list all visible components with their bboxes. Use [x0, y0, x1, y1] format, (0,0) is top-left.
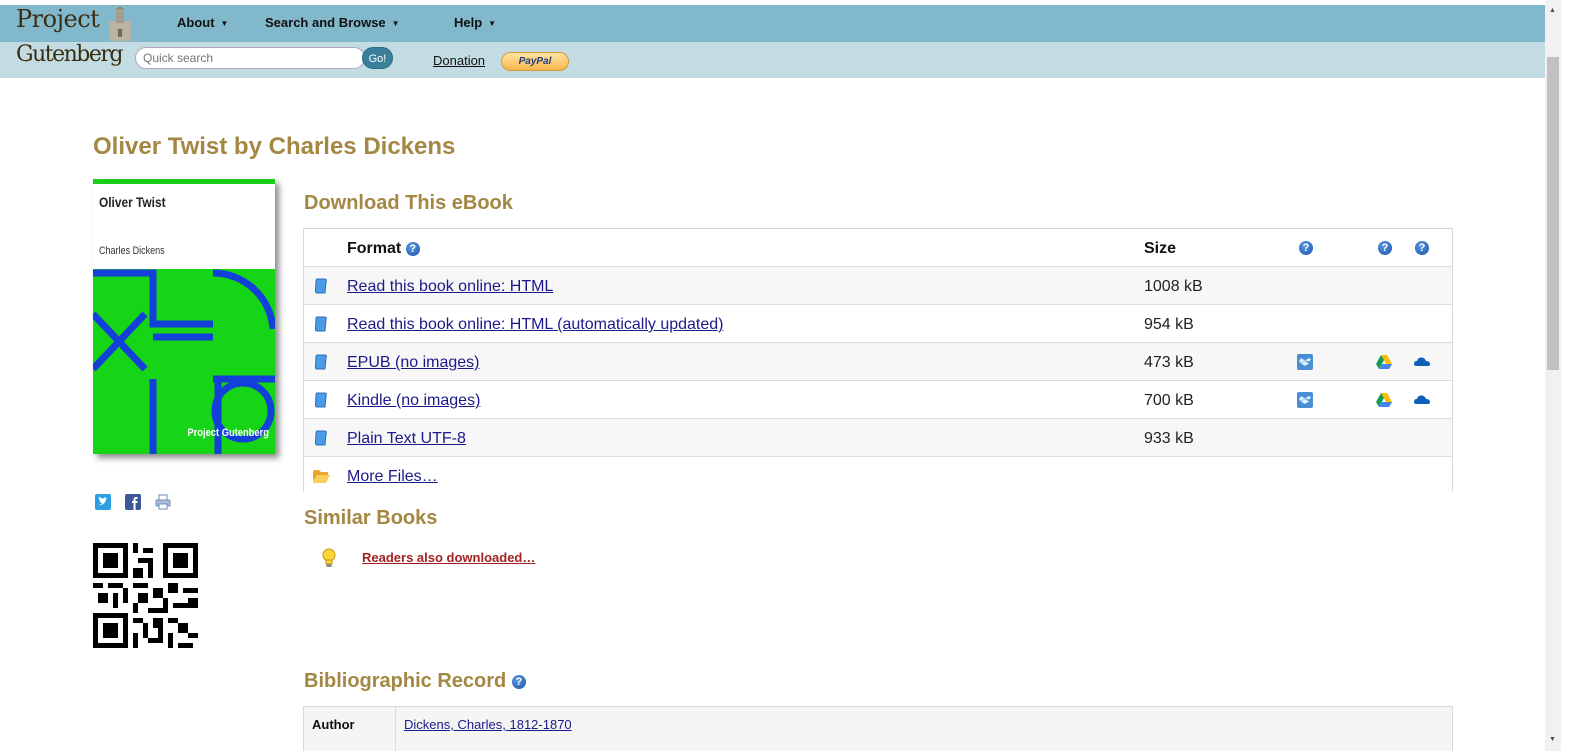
book-icon	[315, 316, 327, 332]
scroll-down-arrow-icon[interactable]: ▼	[1549, 736, 1556, 743]
table-row: More Files…	[304, 457, 1452, 495]
scrollbar-thumb[interactable]	[1547, 57, 1559, 370]
menu-about-label: About	[177, 15, 215, 30]
size-header: Size	[1144, 240, 1177, 257]
book-cover: Oliver Twist Charles Dickens Project Gut…	[93, 179, 275, 454]
book-icon	[315, 430, 327, 446]
facebook-icon[interactable]	[125, 494, 141, 510]
more-files-link[interactable]: More Files…	[347, 468, 438, 486]
book-icon	[315, 354, 327, 370]
format-link[interactable]: Kindle (no images)	[347, 392, 480, 410]
format-header: Format ?	[347, 240, 420, 258]
table-row: Kindle (no images) 700 kB	[304, 381, 1452, 419]
menu-search-and-browse[interactable]: Search and Browse ▼	[265, 5, 400, 42]
format-link[interactable]: Plain Text UTF-8	[347, 430, 466, 448]
caret-down-icon: ▼	[220, 19, 229, 29]
church-icon	[109, 7, 131, 41]
similar-books-heading: Similar Books	[304, 507, 438, 529]
onedrive-icon[interactable]	[1414, 392, 1430, 408]
vertical-scrollbar[interactable]: ▲ ▼	[1545, 0, 1561, 751]
caret-down-icon: ▼	[488, 19, 497, 29]
scroll-up-arrow-icon[interactable]: ▲	[1549, 7, 1556, 14]
book-icon	[315, 392, 327, 408]
author-link[interactable]: Dickens, Charles, 1812-1870	[404, 717, 572, 732]
format-link[interactable]: EPUB (no images)	[347, 354, 480, 372]
donation-link[interactable]: Donation	[433, 53, 485, 68]
download-heading: Download This eBook	[304, 192, 513, 214]
table-row: Read this book online: HTML (automatical…	[304, 305, 1452, 343]
quick-search-input[interactable]	[135, 47, 365, 69]
twitter-icon[interactable]	[95, 494, 111, 510]
paypal-button[interactable]: PayPal	[501, 52, 569, 71]
project-gutenberg-logo[interactable]: Project Gutenberg	[0, 5, 133, 78]
download-table: Format ? Size ? ? ? Read this book onlin…	[303, 228, 1453, 495]
menu-help[interactable]: Help ▼	[454, 5, 496, 42]
table-header-row: Format ? Size ? ? ?	[304, 229, 1452, 267]
onedrive-icon[interactable]	[1414, 354, 1430, 370]
author-label: Author	[312, 717, 355, 732]
dropbox-icon[interactable]	[1297, 354, 1313, 370]
format-header-label: Format	[347, 240, 402, 257]
lightbulb-icon	[322, 548, 336, 567]
qr-code	[93, 543, 198, 648]
caret-down-icon: ▼	[391, 19, 400, 29]
go-button[interactable]: Go!	[362, 47, 393, 69]
format-link[interactable]: Read this book online: HTML (automatical…	[347, 316, 724, 334]
file-size: 1008 kB	[1144, 278, 1203, 295]
menu-help-label: Help	[454, 15, 483, 30]
readers-also-downloaded-link[interactable]: Readers also downloaded…	[362, 550, 535, 565]
help-icon[interactable]: ?	[405, 241, 420, 256]
page-title: Oliver Twist by Charles Dickens	[93, 133, 456, 160]
help-icon[interactable]: ?	[1378, 241, 1392, 255]
format-link[interactable]: Read this book online: HTML	[347, 278, 553, 296]
table-row: Read this book online: HTML 1008 kB	[304, 267, 1452, 305]
menu-about[interactable]: About ▼	[177, 5, 228, 42]
dropbox-icon[interactable]	[1297, 392, 1313, 408]
file-size: 473 kB	[1144, 354, 1194, 371]
column-divider	[395, 707, 396, 751]
help-icon[interactable]: ?	[1299, 241, 1313, 255]
cover-title: Oliver Twist	[99, 194, 166, 210]
bibliographic-table: Author Dickens, Charles, 1812-1870	[303, 706, 1453, 751]
file-size: 954 kB	[1144, 316, 1194, 333]
file-size: 700 kB	[1144, 392, 1194, 409]
print-icon[interactable]	[155, 494, 171, 510]
table-row: Plain Text UTF-8 933 kB	[304, 419, 1452, 457]
table-row: EPUB (no images) 473 kB	[304, 343, 1452, 381]
logo-line-1: Project	[16, 5, 100, 33]
cover-publisher: Project Gutenberg	[187, 427, 269, 439]
logo-line-2: Gutenberg	[16, 42, 123, 67]
cover-author: Charles Dickens	[99, 245, 165, 257]
book-icon	[315, 278, 327, 294]
bibliographic-record-label: Bibliographic Record	[304, 670, 507, 692]
google-drive-icon[interactable]	[1376, 354, 1392, 370]
google-drive-icon[interactable]	[1376, 392, 1392, 408]
folder-icon	[313, 470, 330, 483]
help-icon[interactable]: ?	[511, 674, 526, 689]
top-nav-bar	[0, 5, 1545, 42]
cover-top-stripe	[93, 179, 275, 184]
bibliographic-record-heading: Bibliographic Record ?	[304, 670, 526, 693]
menu-search-label: Search and Browse	[265, 15, 386, 30]
help-icon[interactable]: ?	[1415, 241, 1429, 255]
file-size: 933 kB	[1144, 430, 1194, 447]
